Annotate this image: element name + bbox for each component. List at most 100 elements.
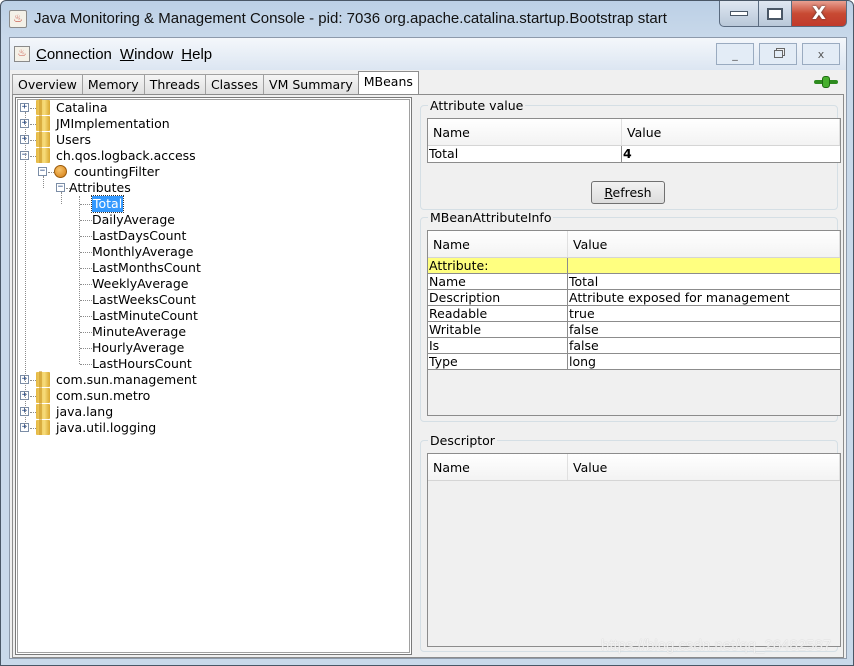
column-header-value[interactable]: Value [622,119,840,145]
menu-help[interactable]: Help [181,46,212,63]
column-header-value[interactable]: Value [568,454,840,480]
tree-node[interactable]: WeeklyAverage [16,276,411,292]
tree-node[interactable]: LastMinuteCount [16,308,411,324]
tree-node-label[interactable]: Catalina [56,100,107,116]
tree-node-label[interactable]: LastHoursCount [92,356,192,372]
tree-node-label[interactable]: JMImplementation [56,116,170,132]
menu-bar: ♨ Connection Window Help _ x [10,38,846,70]
window-controls: X [719,1,847,27]
tree-node[interactable]: DailyAverage [16,212,411,228]
frame-minimize-button[interactable]: _ [716,43,754,65]
tree-node-label[interactable]: LastWeeksCount [92,292,196,308]
tree-node-label[interactable]: DailyAverage [92,212,175,228]
tree-node-label[interactable]: java.util.logging [56,420,156,436]
tree-node[interactable]: + java.util.logging [16,419,411,436]
tree-guide [25,112,26,428]
tree-node[interactable]: HourlyAverage [16,340,411,356]
table-row[interactable]: Is false [428,338,840,354]
menu-window[interactable]: Window [120,46,173,63]
column-header-name[interactable]: Name [428,231,568,257]
cell-value [568,258,840,273]
folder-icon [36,387,50,403]
tab-overview[interactable]: Overview [12,74,83,94]
frame-controls: _ x [716,43,840,65]
tree-node-label[interactable]: LastMinuteCount [92,308,198,324]
column-header-name[interactable]: Name [428,119,622,145]
table-row[interactable]: Writable false [428,322,840,338]
table-row[interactable]: Attribute: [428,258,840,274]
collapse-icon[interactable]: − [56,183,65,192]
menu-connection[interactable]: Connection [36,46,112,63]
tree-node[interactable]: Total [16,195,411,213]
attribute-info-table: Name Value Attribute: Name Total Descriptio… [427,230,841,416]
tree-node[interactable]: − Attributes [16,180,411,196]
tree-node-label[interactable]: WeeklyAverage [92,276,188,292]
tree-node-label[interactable]: Attributes [69,180,131,196]
tree-node[interactable]: LastHoursCount [16,356,411,372]
expand-icon[interactable]: + [20,103,29,112]
tree-connector [80,268,92,269]
tab-classes[interactable]: Classes [204,74,265,94]
frame-restore-button[interactable] [759,43,797,65]
table-row[interactable]: Name Total [428,274,840,290]
tree-node[interactable]: − ch.qos.logback.access [16,147,411,164]
cell-name: Readable [428,306,568,321]
folder-icon [36,371,50,387]
table-header: Name Value [428,454,840,481]
tree-node[interactable]: MinuteAverage [16,324,411,340]
mbean-tree[interactable]: + Catalina + JMImplementation + Users − ch.qos.… [15,97,412,655]
tab-memory[interactable]: Memory [81,74,145,94]
app-window: ♨ Java Monitoring & Management Console -… [0,0,854,666]
tree-node-label[interactable]: LastDaysCount [92,228,186,244]
connected-plug-icon [814,76,838,88]
tree-node-label[interactable]: LastMonthsCount [92,260,201,276]
tree-node-label[interactable]: countingFilter [74,164,160,180]
java-cup-icon[interactable]: ♨ [14,46,30,62]
cell-name: Total [428,146,622,162]
refresh-button[interactable]: Refresh [591,181,665,204]
attribute-value-title: Attribute value [428,98,526,113]
tab-mbeans[interactable]: MBeans [357,71,419,94]
tab-threads[interactable]: Threads [143,74,206,94]
tree-node[interactable]: + com.sun.metro [16,387,411,404]
tree-connector [80,204,92,205]
tab-vm-summary[interactable]: VM Summary [263,74,359,94]
tree-node-label[interactable]: HourlyAverage [92,340,184,356]
table-row[interactable]: Description Attribute exposed for managem… [428,290,840,306]
table-row[interactable]: Type long [428,354,840,370]
folder-icon [36,115,50,131]
tree-node[interactable]: − countingFilter [16,164,411,180]
tree-node[interactable]: LastDaysCount [16,228,411,244]
tree-node[interactable]: MonthlyAverage [16,244,411,260]
close-button[interactable]: X [792,1,847,27]
column-header-name[interactable]: Name [428,454,568,480]
tree-node-label[interactable]: MinuteAverage [92,324,186,340]
restore-icon [773,50,783,58]
table-row[interactable]: Readable true [428,306,840,322]
cell-value: true [569,306,595,321]
tree-node[interactable]: LastMonthsCount [16,260,411,276]
tree-node-label[interactable]: Total [90,195,125,213]
tree-node[interactable]: + Catalina [16,99,411,116]
tree-node[interactable]: + com.sun.management [16,371,411,388]
minimize-button[interactable] [719,1,759,27]
tree-node-label[interactable]: com.sun.metro [56,388,150,404]
table-row[interactable]: Total 4 [428,146,840,162]
tree-node[interactable]: LastWeeksCount [16,292,411,308]
tree-guide [61,192,62,204]
tree-node-label[interactable]: java.lang [56,404,113,420]
tree-node[interactable]: + Users [16,131,411,148]
cell-value[interactable]: 4 [622,146,840,162]
tree-node[interactable]: + java.lang [16,403,411,420]
maximize-button[interactable] [759,1,792,27]
tree-node-label[interactable]: Users [56,132,91,148]
column-header-value[interactable]: Value [568,231,840,257]
frame-close-button[interactable]: x [802,43,840,65]
collapse-icon[interactable]: − [38,167,47,176]
tree-node-label[interactable]: ch.qos.logback.access [56,148,196,164]
folder-icon [36,419,50,435]
tree-node-label[interactable]: MonthlyAverage [92,244,193,260]
tree-node-label[interactable]: com.sun.management [56,372,197,388]
tree-node[interactable]: + JMImplementation [16,115,411,132]
title-bar[interactable]: ♨ Java Monitoring & Management Console -… [1,1,853,37]
